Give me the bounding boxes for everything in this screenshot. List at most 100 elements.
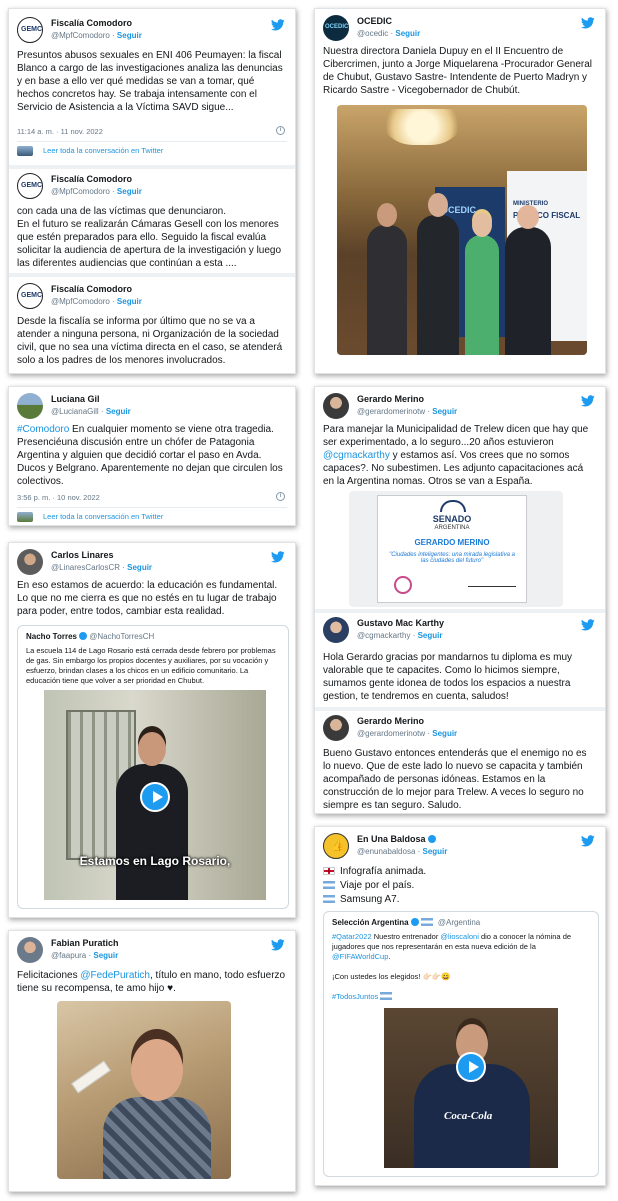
display-name[interactable]: Fiscalía Comodoro <box>51 284 132 294</box>
avatar[interactable] <box>17 937 43 963</box>
twitter-bird-icon[interactable] <box>581 17 595 29</box>
tweet-header: GEMC Fiscalía Comodoro @MpfComodoro · Se… <box>17 17 287 47</box>
follow-link[interactable]: Seguir <box>432 729 457 738</box>
seal-graphic <box>394 576 412 594</box>
read-conversation-link[interactable]: Leer toda la conversación en Twitter <box>17 507 287 523</box>
avatar[interactable] <box>17 549 43 575</box>
quoted-video[interactable]: Estamos en Lago Rosario, <box>44 690 266 900</box>
handle[interactable]: @MpfComodoro · Seguir <box>51 187 142 196</box>
tweet-text: En eso estamos de acuerdo: la educación … <box>17 580 278 617</box>
tweet-card-enunabaldosa: 👍 En Una Baldosa @enunabaldosa · Seguir … <box>314 826 606 1186</box>
handle[interactable]: @enunabaldosa · Seguir <box>357 847 447 856</box>
follow-link[interactable]: Seguir <box>432 407 457 416</box>
play-button[interactable] <box>456 1052 486 1082</box>
display-name[interactable]: En Una Baldosa <box>357 834 436 844</box>
display-name[interactable]: OCEDIC <box>357 16 392 26</box>
tweet-text: Felicitaciones @FedePuratich, título en … <box>17 970 286 994</box>
tweet-card-linares: Carlos Linares @LinaresCarlosCR · Seguir… <box>8 542 296 918</box>
twitter-bird-icon[interactable] <box>271 19 285 31</box>
follow-link[interactable]: Seguir <box>418 631 443 640</box>
follow-link[interactable]: Seguir <box>423 847 448 856</box>
follow-link[interactable]: Seguir <box>117 187 142 196</box>
handle[interactable]: @cgmackarthy · Seguir <box>357 631 442 640</box>
avatar[interactable]: 👍 <box>323 833 349 859</box>
argentina-flag-icon <box>380 992 393 1000</box>
hashtag-link[interactable]: #Comodoro <box>17 424 69 435</box>
tweet-timestamp[interactable]: 3:56 p. m. · 10 nov. 2022 <box>17 493 100 502</box>
tweet-header: Fabian Puratich @faapura · Seguir <box>17 937 287 967</box>
handle[interactable]: @LinaresCarlosCR · Seguir <box>51 563 152 572</box>
quoted-tweet-text: #Qatar2022 Nuestro entrenador @lioscalon… <box>332 932 572 961</box>
handle[interactable]: @gerardomerinotw · Seguir <box>357 729 457 738</box>
display-name[interactable]: Fabian Puratich <box>51 938 119 948</box>
quoted-video[interactable]: Coca-Cola <box>384 1008 558 1168</box>
avatar-logo-text: GEMC <box>21 292 42 299</box>
person-silhouette <box>103 1039 211 1179</box>
person-silhouette <box>465 213 499 355</box>
tweet-text: Desde la fiscalía se informa por último … <box>17 316 283 366</box>
display-name[interactable]: Gustavo Mac Karthy <box>357 618 444 628</box>
handle[interactable]: @MpfComodoro · Seguir <box>51 297 142 306</box>
avatar[interactable]: GEMC <box>17 283 43 309</box>
avatar[interactable]: GEMC <box>17 173 43 199</box>
follow-link[interactable]: Seguir <box>117 297 142 306</box>
mention-link[interactable]: @FedePuratich <box>80 970 150 981</box>
play-button[interactable] <box>140 782 170 812</box>
handle[interactable]: @MpfComodoro · Seguir <box>51 31 142 40</box>
rolled-diploma-graphic <box>71 1060 111 1094</box>
avatar-logo-text: OCEDIC <box>325 24 349 30</box>
person-silhouette <box>505 205 551 355</box>
tweet-card-ocedic: OCEDIC OCEDIC @ocedic · Seguir Nuestra d… <box>314 8 606 374</box>
quoted-tweet-author[interactable]: Nacho Torres @NachoTorresCH <box>26 632 154 641</box>
follow-link[interactable]: Seguir <box>93 951 118 960</box>
tweet-photo[interactable]: SENADO ARGENTINA GERARDO MERINO "Ciudade… <box>349 491 563 607</box>
twitter-bird-icon[interactable] <box>271 551 285 563</box>
avatar[interactable] <box>323 617 349 643</box>
display-name[interactable]: Carlos Linares <box>51 550 114 560</box>
tweet-photo[interactable] <box>57 1001 231 1179</box>
tweet-photo[interactable]: OCEDIC MINISTERIO PÚBLICO FISCAL <box>337 105 587 355</box>
avatar[interactable]: GEMC <box>17 17 43 43</box>
avatar[interactable] <box>323 715 349 741</box>
twitter-bird-icon[interactable] <box>271 939 285 951</box>
avatar[interactable] <box>323 393 349 419</box>
avatar-logo-text: GEMC <box>21 26 42 33</box>
tweet-header: Gustavo Mac Karthy @cgmackarthy · Seguir <box>323 617 597 647</box>
display-name[interactable]: Luciana Gil <box>51 394 100 404</box>
tweet-timestamp[interactable]: 11:14 a. m. · 11 nov. 2022 <box>17 127 103 136</box>
quoted-tweet-text: La escuela 114 de Lago Rosario está cerr… <box>26 646 276 685</box>
handle[interactable]: @ocedic · Seguir <box>357 29 420 38</box>
display-name[interactable]: Gerardo Merino <box>357 394 424 404</box>
handle[interactable]: @faapura · Seguir <box>51 951 118 960</box>
follow-link[interactable]: Seguir <box>106 407 131 416</box>
follow-link[interactable]: Seguir <box>395 29 420 38</box>
display-name[interactable]: Gerardo Merino <box>357 716 424 726</box>
quoted-tweet[interactable]: Selección Argentina @Argentina #Qatar202… <box>323 911 599 1177</box>
tweet-text: Presuntos abusos sexuales en ENI 406 Peu… <box>17 50 283 113</box>
handle[interactable]: @gerardomerinotw · Seguir <box>357 407 457 416</box>
info-icon[interactable]: i <box>276 126 285 135</box>
verified-badge-icon <box>427 835 436 843</box>
twitter-bird-icon[interactable] <box>581 835 595 847</box>
tweet-card-merino-thread: Gerardo Merino @gerardomerinotw · Seguir… <box>314 386 606 814</box>
display-name[interactable]: Fiscalía Comodoro <box>51 174 132 184</box>
follow-link[interactable]: Seguir <box>117 31 142 40</box>
twitter-bird-icon[interactable] <box>581 395 595 407</box>
quoted-tweet[interactable]: Nacho Torres @NachoTorresCH La escuela 1… <box>17 625 289 909</box>
tweet-text: Para manejar la Municipalidad de Trelew … <box>323 424 589 487</box>
argentina-flag-icon <box>420 918 433 926</box>
handle[interactable]: @LucianaGill · Seguir <box>51 407 131 416</box>
avatar[interactable]: OCEDIC <box>323 15 349 41</box>
read-conversation-link[interactable]: Leer toda la conversación en Twitter <box>17 141 287 157</box>
twitter-bird-icon[interactable] <box>581 619 595 631</box>
display-name[interactable]: Fiscalía Comodoro <box>51 18 132 28</box>
follow-link[interactable]: Seguir <box>127 563 152 572</box>
tweet-line: Samsung A7. <box>323 893 399 906</box>
argentina-flag-icon <box>323 881 335 889</box>
quoted-tweet-author[interactable]: Selección Argentina @Argentina <box>332 918 480 927</box>
avatar[interactable] <box>17 393 43 419</box>
divider <box>315 609 605 613</box>
info-icon[interactable]: i <box>276 492 285 501</box>
mention-link[interactable]: @cgmackarthy <box>323 450 390 461</box>
verified-badge-icon <box>410 918 419 926</box>
